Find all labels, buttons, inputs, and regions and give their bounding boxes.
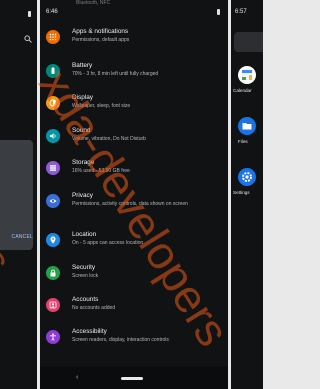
- accounts-icon: [46, 298, 60, 312]
- launcher-screen: 6:57 Calendar Files Settings: [231, 0, 263, 389]
- apps-icon: [46, 30, 60, 44]
- left-screen: CANCEL: [0, 0, 37, 389]
- partial-item-subtitle: Bluetooth, NFC: [76, 0, 111, 6]
- item-subtitle: Permissions, default apps: [72, 37, 130, 43]
- item-title: Battery: [72, 62, 93, 69]
- battery-icon: [28, 11, 31, 17]
- display-icon: [46, 96, 60, 110]
- item-subtitle: Permissions, activity controls, data sho…: [72, 201, 188, 207]
- sound-icon: [46, 129, 60, 143]
- item-title: Accounts: [72, 296, 99, 303]
- settings-item-display[interactable]: Display Wallpaper, sleep, font size: [40, 88, 228, 118]
- settings-icon: [238, 168, 256, 186]
- home-handle[interactable]: [121, 377, 143, 380]
- app-label: Files: [238, 139, 248, 144]
- status-time: 6:46: [46, 9, 58, 15]
- navigation-bar: ‹: [40, 367, 228, 389]
- item-subtitle: Screen lock: [72, 273, 99, 279]
- item-subtitle: 16% used - 53.90 GB free: [72, 168, 130, 174]
- settings-item-security[interactable]: Security Screen lock: [40, 258, 228, 288]
- item-subtitle: Volume, vibration, Do Not Disturb: [72, 136, 146, 142]
- settings-item-battery[interactable]: Battery 70% - 3 hr, 8 min left until ful…: [40, 56, 228, 86]
- settings-item-sound[interactable]: Sound Volume, vibration, Do Not Disturb: [40, 121, 228, 151]
- item-subtitle: Wallpaper, sleep, font size: [72, 103, 131, 109]
- settings-item-accessibility[interactable]: Accessibility Screen readers, display, i…: [40, 322, 228, 352]
- status-time: 6:57: [235, 9, 247, 15]
- files-icon: [238, 117, 256, 135]
- privacy-icon: [46, 194, 60, 208]
- item-title: Apps & notifications: [72, 28, 129, 35]
- calendar-icon: [238, 66, 256, 84]
- item-title: Security: [72, 264, 96, 271]
- item-title: Privacy: [72, 192, 93, 199]
- item-title: Display: [72, 94, 93, 101]
- settings-screen: 6:46 Bluetooth, NFC Apps & notifications…: [40, 0, 228, 389]
- item-subtitle: On - 5 apps can access location: [72, 240, 144, 246]
- cancel-button[interactable]: CANCEL: [12, 234, 33, 240]
- item-title: Sound: [72, 127, 91, 134]
- settings-item-storage[interactable]: Storage 16% used - 53.90 GB free: [40, 153, 228, 183]
- item-subtitle: No accounts added: [72, 305, 116, 311]
- battery-icon: [46, 64, 60, 78]
- settings-item-accounts[interactable]: Accounts No accounts added: [40, 290, 228, 320]
- settings-item-apps[interactable]: Apps & notifications Permissions, defaul…: [40, 22, 228, 52]
- item-subtitle: Screen readers, display, interaction con…: [72, 337, 169, 343]
- security-icon: [46, 266, 60, 280]
- app-label: Settings: [233, 190, 250, 195]
- item-subtitle: 70% - 3 hr, 8 min left until fully charg…: [72, 71, 159, 77]
- search-icon[interactable]: [24, 35, 32, 43]
- accessibility-icon: [46, 330, 60, 344]
- battery-icon: [217, 9, 220, 15]
- storage-icon: [46, 161, 60, 175]
- search-bar[interactable]: [234, 32, 263, 52]
- settings-item-location[interactable]: Location On - 5 apps can access location: [40, 225, 228, 255]
- location-icon: [46, 233, 60, 247]
- app-label: Calendar: [233, 88, 252, 93]
- back-button[interactable]: ‹: [76, 374, 78, 381]
- settings-item-privacy[interactable]: Privacy Permissions, activity controls, …: [40, 186, 228, 216]
- item-title: Accessibility: [72, 328, 107, 335]
- item-title: Storage: [72, 159, 95, 166]
- item-title: Location: [72, 231, 97, 238]
- status-bar: 6:46: [40, 0, 228, 22]
